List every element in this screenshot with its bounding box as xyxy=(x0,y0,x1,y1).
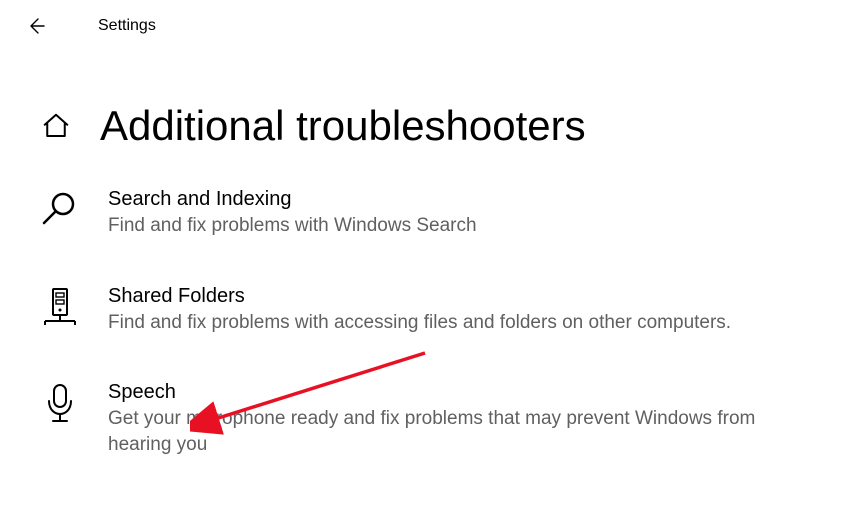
troubleshooter-description: Find and fix problems with Windows Searc… xyxy=(108,213,788,239)
troubleshooter-title: Shared Folders xyxy=(108,285,788,308)
home-button[interactable] xyxy=(40,110,72,142)
shared-folders-icon xyxy=(40,287,80,327)
title-bar: Settings xyxy=(0,0,855,52)
troubleshooter-shared-folders[interactable]: Shared Folders Find and fix problems wit… xyxy=(40,275,815,350)
page-title: Additional troubleshooters xyxy=(100,102,586,150)
troubleshooter-description: Get your microphone ready and fix proble… xyxy=(108,406,788,457)
troubleshooter-text: Shared Folders Find and fix problems wit… xyxy=(108,285,788,336)
troubleshooter-text: Search and Indexing Find and fix problem… xyxy=(108,188,788,239)
troubleshooter-text: Speech Get your microphone ready and fix… xyxy=(108,381,788,457)
microphone-icon xyxy=(40,383,80,423)
troubleshooter-title: Search and Indexing xyxy=(108,188,788,211)
page-header: Additional troubleshooters xyxy=(40,102,815,150)
troubleshooter-title: Speech xyxy=(108,381,788,404)
troubleshooter-speech[interactable]: Speech Get your microphone ready and fix… xyxy=(40,371,815,471)
home-icon xyxy=(41,111,71,141)
search-icon xyxy=(40,190,80,230)
back-arrow-icon xyxy=(26,16,46,36)
back-button[interactable] xyxy=(24,14,48,38)
app-title: Settings xyxy=(98,17,156,35)
troubleshooter-search-indexing[interactable]: Search and Indexing Find and fix problem… xyxy=(40,178,815,253)
content-area: Additional troubleshooters Search and In… xyxy=(0,52,855,472)
troubleshooter-description: Find and fix problems with accessing fil… xyxy=(108,310,788,336)
